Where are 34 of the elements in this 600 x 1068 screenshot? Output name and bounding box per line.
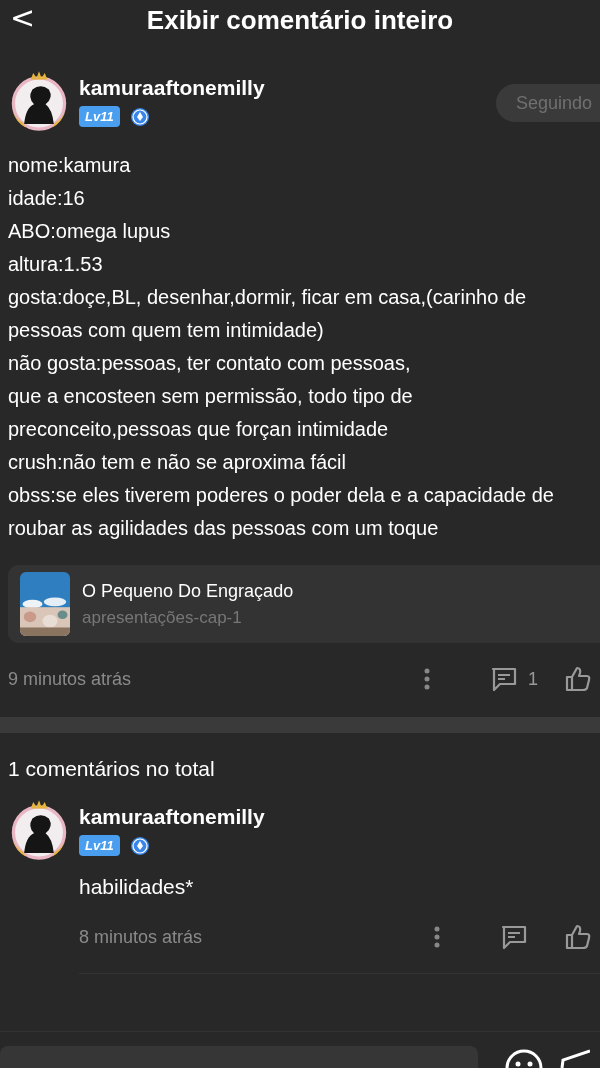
more-options-icon[interactable] (424, 668, 430, 690)
more-options-icon[interactable] (434, 926, 440, 948)
post-text-line: ABO:omega lupus (8, 219, 172, 244)
send-icon[interactable] (560, 1048, 590, 1068)
comment-text: habilidades* (79, 875, 195, 899)
thumbs-up-icon[interactable] (564, 923, 592, 951)
comment-icon[interactable] (500, 923, 528, 951)
emoji-icon[interactable] (504, 1048, 544, 1068)
post-text-line: altura:1.53 (8, 252, 104, 277)
pen-badge-icon (129, 835, 150, 856)
post-text-line: nome:kamura (8, 153, 132, 178)
post-text-line: não gosta:pessoas, ter contato com pessoas, (8, 351, 412, 376)
timestamp: 8 minutos atrás (79, 926, 203, 948)
post-text-line: preconceito,pessoas que forçan intimidade (8, 417, 390, 442)
linked-post-card[interactable]: O Pequeno Do Engraçado apresentações-cap-1 (8, 565, 600, 643)
post-text-line: obss:se eles tiverem poderes o poder dela e a capacidade de roubar as agilidades das pessoas com um toque (8, 483, 555, 541)
reply-count: 1 (528, 668, 538, 690)
back-button[interactable]: < (6, 0, 40, 36)
level-badge: Lv11 (79, 835, 120, 856)
comments-total: 1 comentários no total (7, 756, 216, 781)
pen-badge-icon (129, 106, 150, 127)
post-text-line: crush:não tem e não se aproxima fácil (8, 450, 347, 475)
username[interactable]: kamuraaftonemilly (79, 76, 265, 100)
linked-post-subtitle: apresentações-cap-1 (82, 607, 243, 628)
level-badge: Lv11 (79, 106, 120, 127)
linked-post-title: O Pequeno Do Engraçado (82, 580, 294, 602)
post-text-line: idade:16 (8, 186, 86, 211)
page-title: Exibir comentário inteiro (146, 4, 454, 36)
post-text-line: que a encosteen sem permissão, todo tipo de (8, 384, 414, 409)
comment-icon[interactable] (490, 665, 518, 693)
timestamp: 9 minutos atrás (8, 668, 132, 690)
thumbs-up-icon[interactable] (564, 665, 592, 693)
username[interactable]: kamuraaftonemilly (79, 805, 265, 829)
post-text-line: gosta:doçe,BL, desenhar,dormir, ficar em casa,(carinho de pessoas com quem tem intimidade) (8, 285, 528, 343)
